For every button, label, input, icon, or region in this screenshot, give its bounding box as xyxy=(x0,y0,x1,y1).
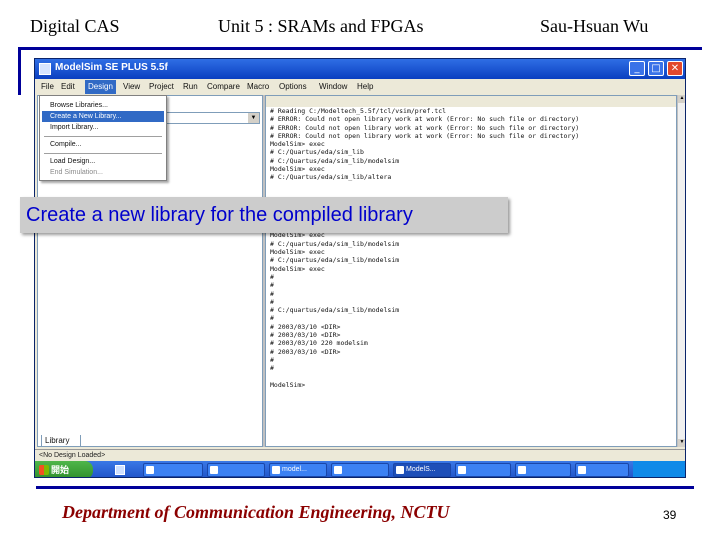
window-icon xyxy=(458,466,466,474)
window-icon xyxy=(146,466,154,474)
slide-header-course: Digital CAS xyxy=(30,16,120,36)
transcript-line: # xyxy=(270,355,274,364)
chevron-down-icon[interactable]: ▼ xyxy=(248,113,259,123)
annotation-callout: Create a new library for the compiled li… xyxy=(20,197,508,233)
transcript-line: # 2003/03/10 <DIR> xyxy=(270,322,341,331)
transcript-line xyxy=(270,182,674,190)
taskbar-item[interactable] xyxy=(207,463,265,477)
close-button[interactable]: ✕ xyxy=(667,61,683,76)
taskbar-item[interactable] xyxy=(575,463,629,477)
menu-window[interactable]: Window xyxy=(319,82,347,91)
transcript-line: # xyxy=(270,272,274,281)
start-button[interactable]: 開始 xyxy=(35,461,93,477)
menu-item-import-library[interactable]: Import Library... xyxy=(42,122,164,133)
footer-rule xyxy=(36,486,694,489)
transcript-line: # 2003/03/10 <DIR> xyxy=(270,347,341,356)
transcript-line: # C:/Quartus/eda/sim_lib/altera xyxy=(270,173,392,182)
footer-department: Department of Communication Engineering,… xyxy=(62,502,450,522)
transcript-line xyxy=(270,373,674,381)
taskbar: 開始 model... ModelS... xyxy=(35,461,685,477)
transcript-line: ModelSim> exec xyxy=(270,140,325,149)
transcript-line: # Reading C:/Modeltech_5.5f/tcl/vsim/pre… xyxy=(270,107,447,115)
scroll-down-icon[interactable]: ▼ xyxy=(678,439,685,447)
window-icon xyxy=(396,466,404,474)
transcript-line: # 2003/03/10 220 modelsim xyxy=(270,339,368,348)
window-titlebar[interactable]: ModelSim SE PLUS 5.5f _ □ ✕ xyxy=(35,59,685,79)
menu-separator xyxy=(44,136,162,137)
transcript-line: # xyxy=(270,314,274,323)
menu-options[interactable]: Options xyxy=(279,82,307,91)
transcript-line: # C:/quartus/eda/sim_lib/modelsim xyxy=(270,256,400,265)
menubar: File Edit Design View Project Run Compar… xyxy=(35,79,685,95)
taskbar-item[interactable] xyxy=(331,463,389,477)
status-bar: <No Design Loaded> xyxy=(35,449,685,461)
window-icon xyxy=(210,466,218,474)
taskbar-item-modelsim[interactable]: ModelS... xyxy=(393,463,451,477)
transcript-pane[interactable]: # Reading C:/Modeltech_5.5f/tcl/vsim/pre… xyxy=(265,95,677,447)
menu-macro[interactable]: Macro xyxy=(247,82,269,91)
transcript-scrollbar[interactable]: ▲ ▼ xyxy=(677,95,685,447)
menu-run[interactable]: Run xyxy=(183,82,198,91)
menu-item-end-simulation: End Simulation... xyxy=(50,169,103,176)
transcript-line: # C:/Quartus/eda/sim_lib/modelsim xyxy=(270,156,400,165)
transcript-line: # xyxy=(270,364,274,373)
app-icon[interactable] xyxy=(39,63,51,75)
transcript-line: ModelSim> exec xyxy=(270,248,325,257)
design-menu-dropdown: Browse Libraries... Create a New Library… xyxy=(39,95,167,181)
menu-item-create-new-library[interactable]: Create a New Library... xyxy=(42,111,164,122)
transcript-toolbar xyxy=(266,96,676,107)
menu-help[interactable]: Help xyxy=(357,82,373,91)
menu-item-load-design[interactable]: Load Design... xyxy=(42,156,164,167)
menu-compare[interactable]: Compare xyxy=(207,82,240,91)
transcript-line: ModelSim> exec xyxy=(270,165,325,174)
scroll-up-icon[interactable]: ▲ xyxy=(678,95,685,103)
window-icon xyxy=(578,466,586,474)
transcript-line: # ERROR: Could not open library work at … xyxy=(270,115,580,124)
system-tray[interactable] xyxy=(633,461,685,477)
transcript-line: ModelSim> exec xyxy=(270,264,325,273)
quick-launch-icon[interactable] xyxy=(115,465,125,475)
maximize-button[interactable]: □ xyxy=(648,61,664,76)
folder-icon xyxy=(272,466,280,474)
menu-file[interactable]: File xyxy=(41,82,54,91)
menu-view[interactable]: View xyxy=(123,82,140,91)
windows-logo-icon xyxy=(39,465,49,475)
menu-project[interactable]: Project xyxy=(149,82,174,91)
transcript-line: # xyxy=(270,289,274,298)
transcript-line: # ERROR: Could not open library work at … xyxy=(270,131,580,140)
minimize-button[interactable]: _ xyxy=(629,61,645,76)
start-label: 開始 xyxy=(51,465,70,475)
menu-design[interactable]: Design xyxy=(85,80,116,94)
window-icon xyxy=(518,466,526,474)
taskbar-item[interactable] xyxy=(143,463,203,477)
transcript-lines: # Reading C:/Modeltech_5.5f/tcl/vsim/pre… xyxy=(270,107,674,389)
transcript-line: # C:/Quartus/eda/sim_lib xyxy=(270,148,364,157)
window-icon xyxy=(334,466,342,474)
taskbar-item[interactable] xyxy=(515,463,571,477)
window-title: ModelSim SE PLUS 5.5f xyxy=(55,62,168,73)
menu-edit[interactable]: Edit xyxy=(61,82,75,91)
taskbar-item[interactable]: model... xyxy=(269,463,327,477)
transcript-line: # xyxy=(270,297,274,306)
slide-header-author: Sau-Hsuan Wu xyxy=(540,16,649,36)
modelsim-window: ModelSim SE PLUS 5.5f _ □ ✕ File Edit De… xyxy=(34,58,686,478)
menu-separator xyxy=(44,153,162,154)
tab-library[interactable]: Library xyxy=(41,435,81,447)
page-number: 39 xyxy=(663,508,677,522)
transcript-line: # C:/quartus/eda/sim_lib/modelsim xyxy=(270,239,400,248)
header-rule xyxy=(18,47,702,50)
transcript-line: # xyxy=(270,281,274,290)
menu-item-browse-libraries[interactable]: Browse Libraries... xyxy=(42,100,164,111)
menu-item-compile[interactable]: Compile... xyxy=(42,139,164,150)
taskbar-item[interactable] xyxy=(455,463,511,477)
transcript-line: # 2003/03/10 <DIR> xyxy=(270,331,341,340)
slide-header-unit: Unit 5 : SRAMs and FPGAs xyxy=(218,16,424,36)
header-rule-vertical xyxy=(18,47,21,95)
transcript-line: # C:/quartus/eda/sim_lib/modelsim xyxy=(270,306,400,315)
transcript-line: ModelSim> xyxy=(270,380,306,389)
transcript-line: # ERROR: Could not open library work at … xyxy=(270,123,580,132)
